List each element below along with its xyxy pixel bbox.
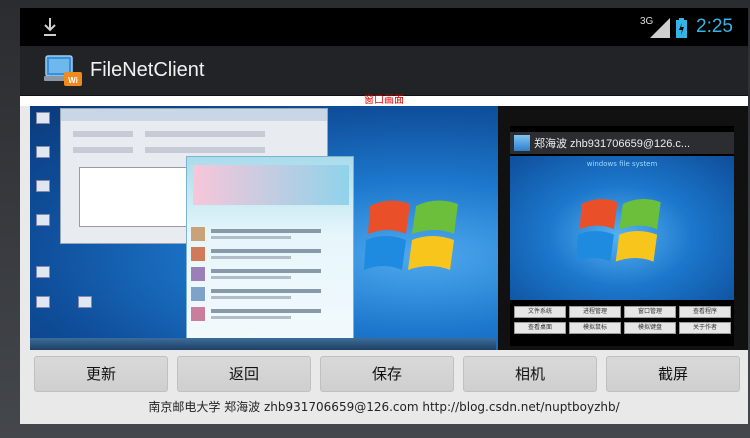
phone-button: 模拟鼠标 <box>569 322 621 334</box>
bottom-button-bar: 更新 返回 保存 相机 截屏 <box>20 356 748 396</box>
phone-button: 查看桌面 <box>514 322 566 334</box>
status-bar: 3G 2:25 <box>20 8 748 46</box>
remote-chat-window <box>186 156 354 350</box>
form-row <box>73 147 133 153</box>
footer-credits: 南京邮电大学 郑海波 zhb931706659@126.com http://b… <box>148 400 620 414</box>
view-label: 窗口画面 <box>20 96 748 106</box>
form-row <box>73 131 133 137</box>
action-bar: Wi FileNetClient <box>20 46 748 96</box>
desktop-icon <box>36 180 50 192</box>
app-title: FileNetClient <box>90 59 205 81</box>
phone-preview-buttons: 文件系统 进程管理 窗口管理 查看程序 查看桌面 模拟鼠标 模拟键盘 关于作者 <box>510 304 734 346</box>
phone-button: 模拟键盘 <box>624 322 676 334</box>
refresh-button[interactable]: 更新 <box>34 356 168 392</box>
phone-button: 查看程序 <box>679 306 731 318</box>
form-row <box>145 147 265 153</box>
screenshot-button[interactable]: 截屏 <box>606 356 740 392</box>
desktop-icon <box>36 296 50 308</box>
wallpaper-caption: windows file system <box>586 160 658 168</box>
status-clock: 2:25 <box>696 16 733 37</box>
camera-button[interactable]: 相机 <box>463 356 597 392</box>
phone-preview-wallpaper: windows file system <box>510 156 734 300</box>
phone-button: 窗口管理 <box>624 306 676 318</box>
form-row <box>145 131 265 137</box>
main-content: 窗口画面 郑海波 zhb931706659@126.c... windows f… <box>20 96 748 424</box>
save-button[interactable]: 保存 <box>320 356 454 392</box>
download-icon <box>44 18 56 36</box>
desktop-icon <box>36 146 50 158</box>
signal-icon <box>650 18 670 38</box>
phone-preview-titlebar: 郑海波 zhb931706659@126.c... <box>510 132 734 154</box>
contact-row <box>191 227 349 241</box>
contact-row <box>191 267 349 281</box>
battery-icon <box>676 18 687 38</box>
desktop-icon <box>36 266 50 278</box>
phone-preview-title: 郑海波 zhb931706659@126.c... <box>534 138 691 150</box>
device-frame: 3G 2:25 Wi FileNetClient 窗口画面 郑海波 zhb931… <box>0 0 750 438</box>
phone-screen: 3G 2:25 Wi FileNetClient 窗口画面 郑海波 zhb931… <box>20 8 748 424</box>
phone-button: 文件系统 <box>514 306 566 318</box>
desktop-icon <box>78 296 92 308</box>
back-button[interactable]: 返回 <box>177 356 311 392</box>
contact-row <box>191 247 349 261</box>
desktop-icon <box>36 214 50 226</box>
remote-screen-image[interactable]: 郑海波 zhb931706659@126.c... windows file s… <box>30 106 748 350</box>
chat-banner <box>193 165 349 205</box>
wifi-laptop-icon[interactable]: Wi <box>44 52 84 90</box>
phone-preview-screen: 郑海波 zhb931706659@126.c... windows file s… <box>510 126 734 346</box>
app-icon <box>514 135 530 151</box>
phone-preview: 郑海波 zhb931706659@126.c... windows file s… <box>498 106 748 350</box>
desktop-icon <box>36 112 50 124</box>
svg-text:Wi: Wi <box>68 76 78 85</box>
contact-row <box>191 307 349 321</box>
windows-logo <box>364 200 458 270</box>
window-titlebar <box>61 109 327 121</box>
remote-taskbar <box>30 338 496 350</box>
phone-button: 关于作者 <box>679 322 731 334</box>
phone-button: 进程管理 <box>569 306 621 318</box>
windows-logo <box>576 199 661 262</box>
contact-row <box>191 287 349 301</box>
